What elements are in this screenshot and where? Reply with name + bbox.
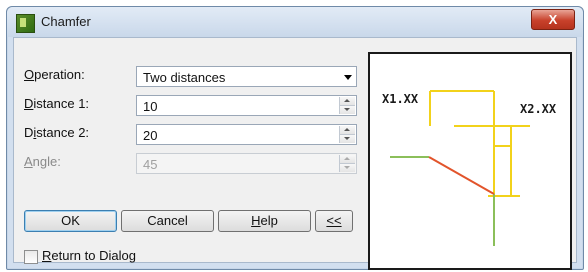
distance1-input[interactable]: 10	[136, 95, 357, 116]
distance2-input[interactable]: 20	[136, 124, 357, 145]
distance1-label-rest: istance 1:	[33, 96, 90, 111]
spin-down-icon[interactable]	[340, 135, 355, 143]
cancel-button[interactable]: Cancel	[121, 210, 214, 232]
x1-dimension-label: X1.XX	[382, 92, 419, 106]
distance1-spinner[interactable]	[339, 97, 355, 114]
chamfer-app-icon	[16, 14, 35, 33]
distance1-value: 10	[143, 99, 158, 114]
angle-label: Angle:	[24, 154, 61, 169]
title-bar[interactable]: Chamfer X	[7, 7, 583, 37]
operation-value: Two distances	[143, 70, 226, 85]
spin-down-icon	[340, 164, 355, 172]
collapse-button[interactable]: <<	[315, 210, 353, 232]
operation-label-rest: peration:	[34, 67, 85, 82]
distance2-label: Distance 2:	[24, 125, 89, 140]
angle-value: 45	[143, 157, 158, 172]
spin-down-icon[interactable]	[340, 106, 355, 114]
help-button-rest: elp	[260, 213, 278, 228]
dialog-title: Chamfer	[41, 14, 91, 29]
help-button[interactable]: Help	[218, 210, 311, 232]
angle-input: 45	[136, 153, 357, 174]
operation-dropdown[interactable]: Two distances	[136, 66, 357, 87]
close-button[interactable]: X	[531, 9, 575, 30]
spin-up-icon	[340, 155, 355, 164]
spin-up-icon[interactable]	[340, 126, 355, 135]
ok-button[interactable]: OK	[24, 210, 117, 232]
chamfer-line	[428, 156, 495, 195]
chamfer-dialog: Chamfer X Operation: Two distances Dista…	[6, 6, 584, 270]
x2-dimension-label: X2.XX	[520, 102, 557, 116]
return-to-dialog-checkbox[interactable]	[24, 250, 38, 264]
spin-up-icon[interactable]	[340, 97, 355, 106]
help-button-mnemonic: H	[251, 213, 261, 228]
distance1-label: Distance 1:	[24, 96, 89, 111]
distance2-spinner[interactable]	[339, 126, 355, 143]
distance2-label-prefix: D	[24, 125, 34, 140]
angle-spinner	[339, 155, 355, 172]
chamfer-preview-panel: X1.XX X2.XX	[368, 52, 572, 270]
dialog-client-area: Operation: Two distances Distance 1: 10 …	[13, 37, 577, 270]
dropdown-arrow-icon[interactable]	[344, 75, 352, 80]
operation-label-mnemonic: O	[24, 67, 35, 82]
return-to-dialog-mnemonic: R	[42, 248, 52, 263]
chamfer-preview-drawing	[390, 90, 530, 246]
distance2-value: 20	[143, 128, 158, 143]
return-to-dialog-rest: eturn to Dialog	[51, 248, 136, 263]
angle-label-mnemonic: A	[24, 154, 33, 169]
collapse-button-label: <<	[326, 213, 342, 228]
distance2-label-rest: stance 2:	[36, 125, 90, 140]
return-to-dialog-label[interactable]: Return to Dialog	[42, 248, 136, 263]
operation-label: Operation:	[24, 67, 85, 82]
distance1-label-mnemonic: D	[24, 96, 34, 111]
angle-label-rest: ngle:	[32, 154, 61, 169]
